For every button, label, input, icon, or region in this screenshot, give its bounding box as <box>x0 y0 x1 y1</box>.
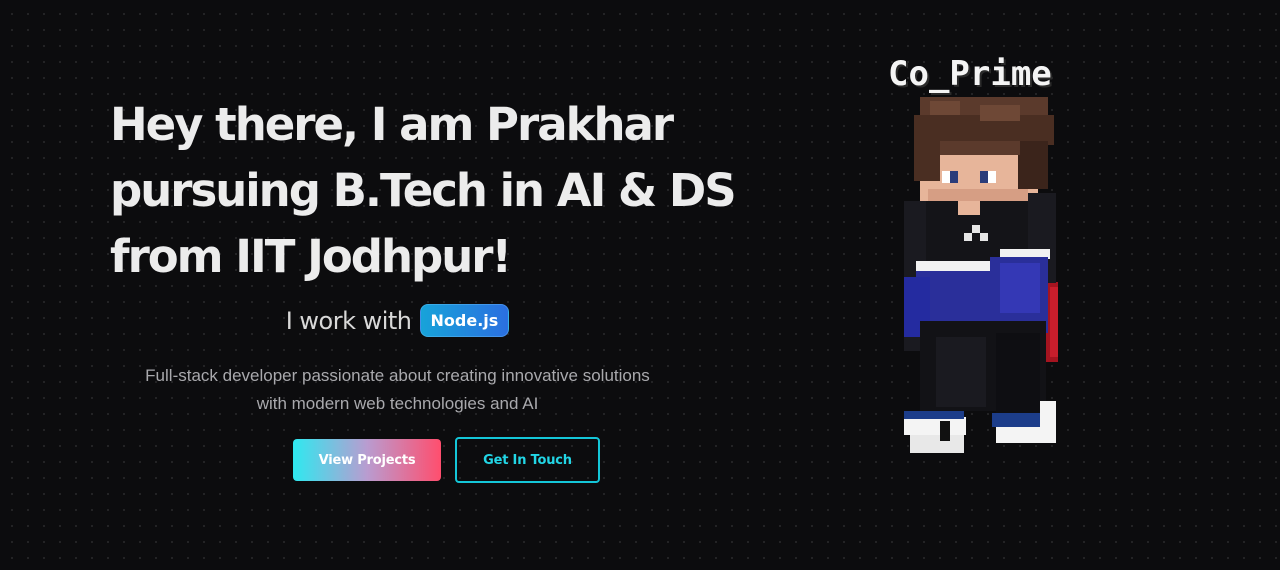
tech-badge: Node.js <box>419 304 510 337</box>
get-in-touch-button[interactable]: Get In Touch <box>455 437 600 483</box>
headline-line-1: Hey there, I am Prakhar <box>110 98 674 151</box>
avatar-username: Co_Prime <box>888 54 1052 94</box>
view-projects-button[interactable]: View Projects <box>293 439 441 481</box>
headline-line-3: from IIT Jodhpur! <box>110 230 512 283</box>
tech-prefix-text: I work with <box>285 306 412 335</box>
hero-description: Full-stack developer passionate about cr… <box>110 362 685 418</box>
hero-buttons: View Projects Get In Touch <box>293 437 600 483</box>
hero-section: Hey there, I am Prakhar pursuing B.Tech … <box>110 92 790 483</box>
tech-typing-row: I work with Node.js <box>110 304 685 337</box>
minecraft-character-icon <box>904 97 1058 453</box>
description-line-1: Full-stack developer passionate about cr… <box>145 366 650 385</box>
description-line-2: with modern web technologies and AI <box>256 394 539 413</box>
avatar-section: Co_Prime <box>880 52 1090 472</box>
hero-headline: Hey there, I am Prakhar pursuing B.Tech … <box>110 92 790 290</box>
headline-line-2: pursuing B.Tech in AI & DS <box>110 164 737 217</box>
